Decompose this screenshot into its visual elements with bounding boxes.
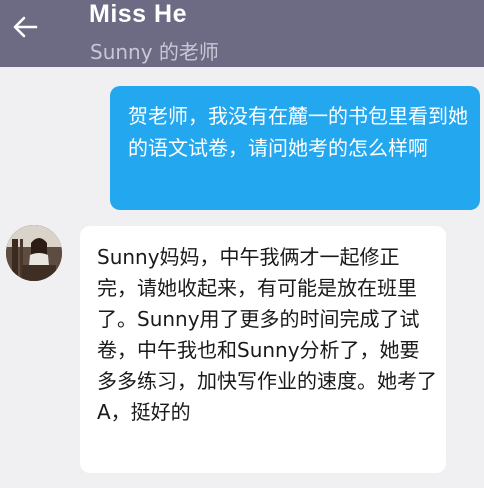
contact-avatar[interactable] [6, 225, 62, 281]
contact-name: Miss He [89, 0, 187, 28]
incoming-message-text: Sunny妈妈，中午我俩才一起修正完，请她收起来，有可能是放在班里了。Sunny… [97, 245, 437, 424]
incoming-message-bubble[interactable]: Sunny妈妈，中午我俩才一起修正完，请她收起来，有可能是放在班里了。Sunny… [80, 226, 446, 473]
chat-header: Miss He Sunny 的老师 [0, 0, 484, 67]
contact-subtitle: Sunny 的老师 [90, 40, 219, 64]
avatar-photo-icon [6, 225, 62, 281]
outgoing-message-text: 贺老师，我没有在麓一的书包里看到她的语文试卷，请问她考的怎么样啊 [128, 104, 468, 160]
back-arrow-icon[interactable] [10, 12, 40, 42]
outgoing-message-bubble[interactable]: 贺老师，我没有在麓一的书包里看到她的语文试卷，请问她考的怎么样啊 [110, 86, 480, 210]
